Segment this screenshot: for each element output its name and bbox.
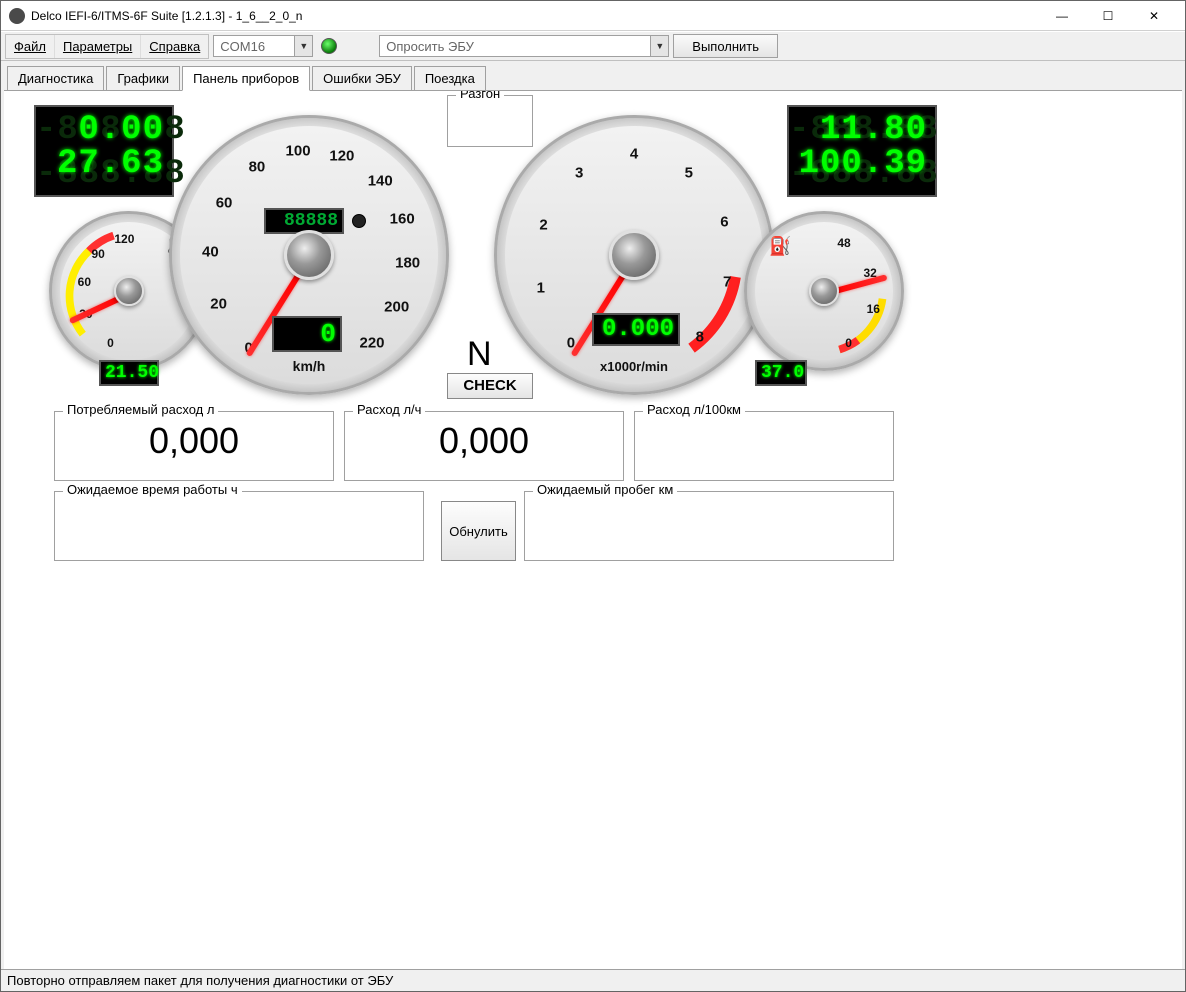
close-button[interactable]: ✕ (1131, 1, 1177, 31)
consumed-fuel-box: Потребляемый расход л 0,000 (54, 411, 334, 481)
tab-trip[interactable]: Поездка (414, 66, 486, 91)
tab-graphs[interactable]: Графики (106, 66, 180, 91)
lcd-left: -888.88 0.00 -888.88 27.63 (34, 105, 174, 197)
status-text: Повторно отправляем пакет для получения … (7, 973, 393, 988)
tab-diagnostics[interactable]: Диагностика (7, 66, 104, 91)
command-placeholder: Опросить ЭБУ (380, 39, 650, 54)
fuel-pump-icon: ⛽ (769, 236, 791, 257)
menu-help[interactable]: Справка (141, 35, 208, 58)
expected-uptime-label: Ожидаемое время работы ч (63, 482, 242, 497)
port-combo[interactable]: COM16 ▼ (213, 35, 313, 57)
dashboard-page: -888.88 0.00 -888.88 27.63 -888.88 11.80… (4, 90, 1182, 969)
status-bar: Повторно отправляем пакет для получения … (1, 969, 1185, 991)
chevron-down-icon: ▼ (294, 36, 312, 56)
expected-range-label: Ожидаемый пробег км (533, 482, 677, 497)
tacho-unit: x1000r/min (600, 359, 668, 374)
fuel-per100-value (643, 420, 885, 472)
app-icon (9, 8, 25, 24)
dashboard-cluster: -888.88 0.00 -888.88 27.63 -888.88 11.80… (4, 91, 1182, 551)
expected-range-value (533, 500, 885, 552)
tab-errors[interactable]: Ошибки ЭБУ (312, 66, 412, 91)
tacho-digital: 0.000 (592, 313, 680, 346)
speedometer-gauge: 0 20 40 60 80 100 120 140 160 180 200 22… (169, 115, 449, 395)
consumed-fuel-label: Потребляемый расход л (63, 402, 218, 417)
app-window: Delco IEFI-6/ITMS-6F Suite [1.2.1.3] - 1… (0, 0, 1186, 992)
lcd-right-top: 11.80 (797, 113, 927, 147)
consumed-fuel-value: 0,000 (63, 420, 325, 472)
fuel-rate-box: Расход л/ч 0,000 (344, 411, 624, 481)
chevron-down-icon: ▼ (650, 36, 668, 56)
fuel-per100-box: Расход л/100км (634, 411, 894, 481)
fuel-per100-label: Расход л/100км (643, 402, 745, 417)
fuel-rate-label: Расход л/ч (353, 402, 425, 417)
lcd-right: -888.88 11.80 -888.88 100.39 (787, 105, 937, 197)
fuel-digital: 37.0 (755, 360, 807, 386)
lcd-left-bottom: 27.63 (44, 147, 164, 181)
connection-led-icon (321, 38, 337, 54)
tachometer-gauge: 0 1 2 3 4 5 6 7 8 0.000 x1000r/min (494, 115, 774, 395)
titlebar: Delco IEFI-6/ITMS-6F Suite [1.2.1.3] - 1… (1, 1, 1185, 31)
port-value: COM16 (214, 39, 294, 54)
expected-uptime-box: Ожидаемое время работы ч (54, 491, 424, 561)
warning-dot-icon (352, 214, 366, 228)
expected-range-box: Ожидаемый пробег км (524, 491, 894, 561)
temperature-digital: 21.50 (99, 360, 159, 386)
speedo-unit: km/h (293, 358, 326, 374)
window-title: Delco IEFI-6/ITMS-6F Suite [1.2.1.3] - 1… (31, 9, 1039, 23)
fuel-gauge: ⛽ 0 16 32 48 37.0 (744, 211, 904, 371)
maximize-button[interactable]: ☐ (1085, 1, 1131, 31)
tab-strip: Диагностика Графики Панель приборов Ошиб… (1, 61, 1185, 90)
expected-uptime-value (63, 500, 415, 552)
fuel-rate-value: 0,000 (353, 420, 615, 472)
lcd-right-bottom: 100.39 (797, 147, 927, 181)
menu-params[interactable]: Параметры (55, 35, 141, 58)
command-combo[interactable]: Опросить ЭБУ ▼ (379, 35, 669, 57)
acceleration-label: Разгон (456, 90, 504, 101)
reset-button[interactable]: Обнулить (441, 501, 516, 561)
menu-group: Файл Параметры Справка (5, 34, 209, 59)
gear-indicator: N (467, 335, 492, 374)
lcd-left-top: 0.00 (44, 113, 164, 147)
speedo-odo-bottom: 0 (272, 316, 342, 352)
toolbar: Файл Параметры Справка COM16 ▼ Опросить … (1, 31, 1185, 61)
menu-file[interactable]: Файл (6, 35, 55, 58)
minimize-button[interactable]: — (1039, 1, 1085, 31)
execute-button[interactable]: Выполнить (673, 34, 778, 58)
tab-dashboard[interactable]: Панель приборов (182, 66, 310, 91)
